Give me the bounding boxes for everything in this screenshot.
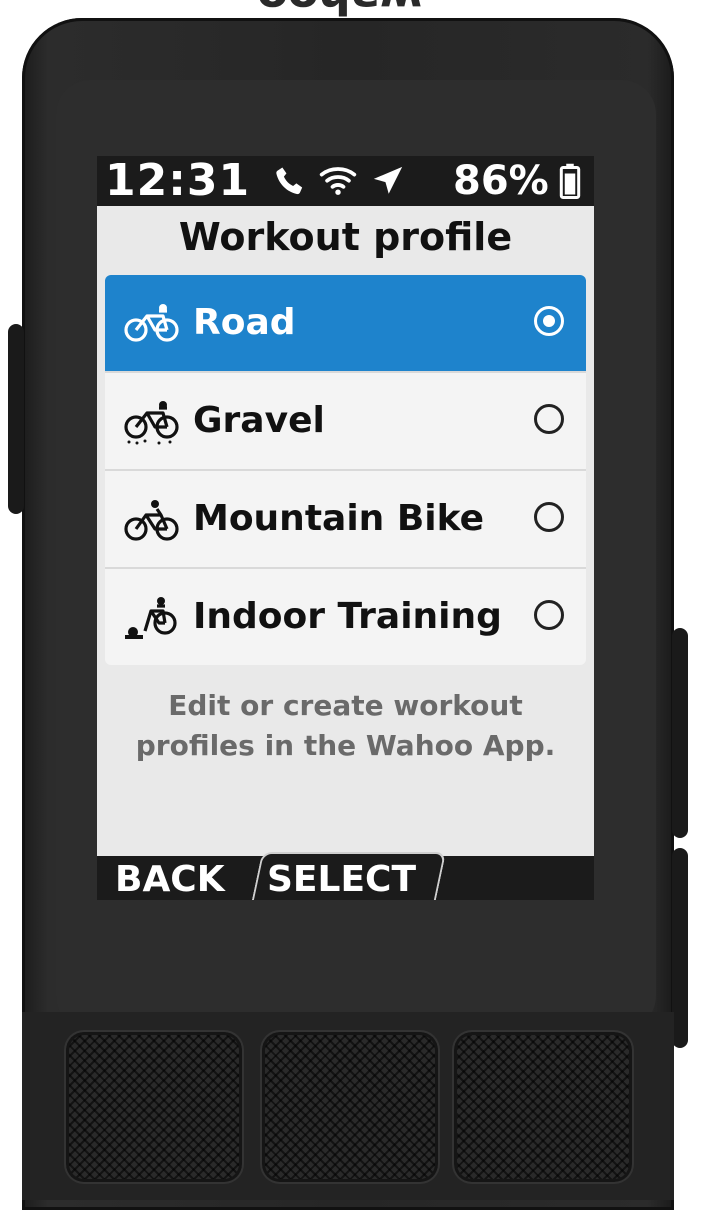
mountain-bike-icon: [123, 499, 181, 547]
hint-text: Edit or create workout profiles in the W…: [97, 686, 594, 766]
center-hardware-button[interactable]: [262, 1032, 438, 1182]
softkey-bar: BACK SELECT: [97, 852, 594, 900]
navigation-arrow-icon: [371, 164, 405, 202]
gravel-bike-icon: [123, 401, 181, 449]
select-softkey[interactable]: SELECT: [267, 856, 416, 900]
status-bar: 12:31 86%: [97, 156, 594, 206]
profile-label-gravel: Gravel: [193, 400, 325, 441]
profile-label-mountain-bike: Mountain Bike: [193, 498, 484, 539]
hint-line-1: Edit or create workout: [168, 689, 523, 722]
right-hardware-button[interactable]: [454, 1032, 632, 1182]
back-softkey[interactable]: BACK: [115, 856, 225, 900]
right-side-button-upper[interactable]: [672, 628, 688, 838]
radio-mountain-bike[interactable]: [534, 502, 564, 532]
wifi-icon: [319, 162, 357, 202]
road-bike-icon: [123, 303, 181, 347]
workout-profile-list: Road Gravel Mountain Bike Indoor Trainin…: [105, 275, 586, 665]
left-side-button[interactable]: [8, 324, 24, 514]
indoor-trainer-icon: [123, 597, 181, 645]
radio-road-selected[interactable]: [534, 306, 564, 336]
hint-line-2: profiles in the Wahoo App.: [135, 729, 556, 762]
profile-label-indoor-training: Indoor Training: [193, 596, 502, 637]
phone-icon: [273, 164, 307, 202]
radio-indoor-training[interactable]: [534, 600, 564, 630]
profile-item-mountain-bike[interactable]: Mountain Bike: [105, 469, 586, 567]
radio-dot: [543, 315, 555, 327]
profile-item-road[interactable]: Road: [105, 275, 586, 371]
device-screen: 12:31 86% Workout profile Road Gravel Mo…: [97, 156, 594, 900]
right-side-button-lower[interactable]: [672, 848, 688, 1048]
hardware-button-row: [22, 1012, 674, 1200]
profile-label-road: Road: [193, 302, 296, 343]
profile-item-gravel[interactable]: Gravel: [105, 371, 586, 469]
page-title: Workout profile: [178, 215, 513, 259]
left-hardware-button[interactable]: [66, 1032, 242, 1182]
battery-percent: 86%: [453, 158, 549, 204]
battery-icon: [559, 163, 581, 203]
profile-item-indoor-training[interactable]: Indoor Training: [105, 567, 586, 665]
radio-gravel[interactable]: [534, 404, 564, 434]
clock-time: 12:31: [105, 156, 251, 206]
